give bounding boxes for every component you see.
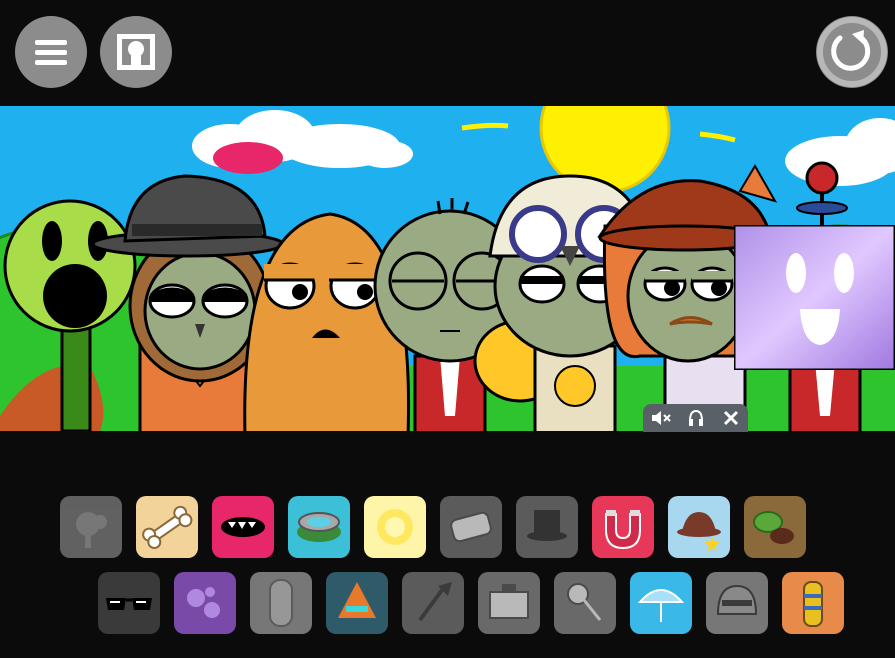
sun-icon (377, 509, 413, 545)
melon-slot[interactable] (744, 496, 806, 558)
spores-slot[interactable] (174, 572, 236, 634)
shovel-icon (418, 582, 452, 622)
audio-controls (643, 404, 748, 432)
screen-face-display[interactable] (732, 223, 895, 372)
sunglasses-slot[interactable] (98, 572, 160, 634)
mute-icon[interactable] (650, 407, 672, 429)
lilypad-slot[interactable] (288, 496, 350, 558)
helmet-icon (716, 584, 758, 615)
bandage-icon (450, 511, 492, 543)
top-hat-icon (527, 510, 567, 541)
pharaoh-slot[interactable] (782, 572, 844, 634)
box-icon (489, 584, 529, 619)
close-icon[interactable] (720, 407, 742, 429)
headphones-icon[interactable] (685, 407, 707, 429)
mace-icon (567, 583, 602, 621)
cone-icon (338, 582, 376, 618)
avatar-frame-icon (117, 34, 155, 70)
sun-slot[interactable] (364, 496, 426, 558)
hat-star-icon (677, 512, 721, 552)
mouth-slot[interactable] (212, 496, 274, 558)
shovel-slot[interactable] (402, 572, 464, 634)
pharaoh-icon (803, 581, 823, 627)
magnet-slot[interactable] (592, 496, 654, 558)
hamburger-icon-bar (35, 50, 67, 55)
tallnut-icon (269, 579, 293, 627)
box-slot[interactable] (478, 572, 540, 634)
helmet-slot[interactable] (706, 572, 768, 634)
reset-icon (817, 17, 887, 87)
bandage-slot[interactable] (440, 496, 502, 558)
mouth-icon (221, 517, 265, 537)
magnet-icon (605, 510, 641, 550)
bone-slot[interactable] (136, 496, 198, 558)
umbrella-icon (637, 589, 685, 622)
tallnut-slot[interactable] (250, 572, 312, 634)
hamburger-icon-bar (35, 60, 67, 65)
sunglasses-icon (106, 598, 152, 610)
melon-icon (753, 511, 794, 544)
peashooter-icon (76, 512, 107, 548)
mace-slot[interactable] (554, 572, 616, 634)
reset-button[interactable] (816, 16, 888, 88)
top-hat-slot[interactable] (516, 496, 578, 558)
lilypad-icon (297, 512, 341, 542)
spores-icon (187, 587, 220, 618)
avatar-button[interactable] (100, 16, 172, 88)
bone-icon (142, 505, 193, 549)
umbrella-slot[interactable] (630, 572, 692, 634)
peashooter-slot[interactable] (60, 496, 122, 558)
cone-slot[interactable] (326, 572, 388, 634)
hat-star-slot[interactable] (668, 496, 730, 558)
menu-button[interactable] (15, 16, 87, 88)
hamburger-icon (35, 40, 67, 45)
